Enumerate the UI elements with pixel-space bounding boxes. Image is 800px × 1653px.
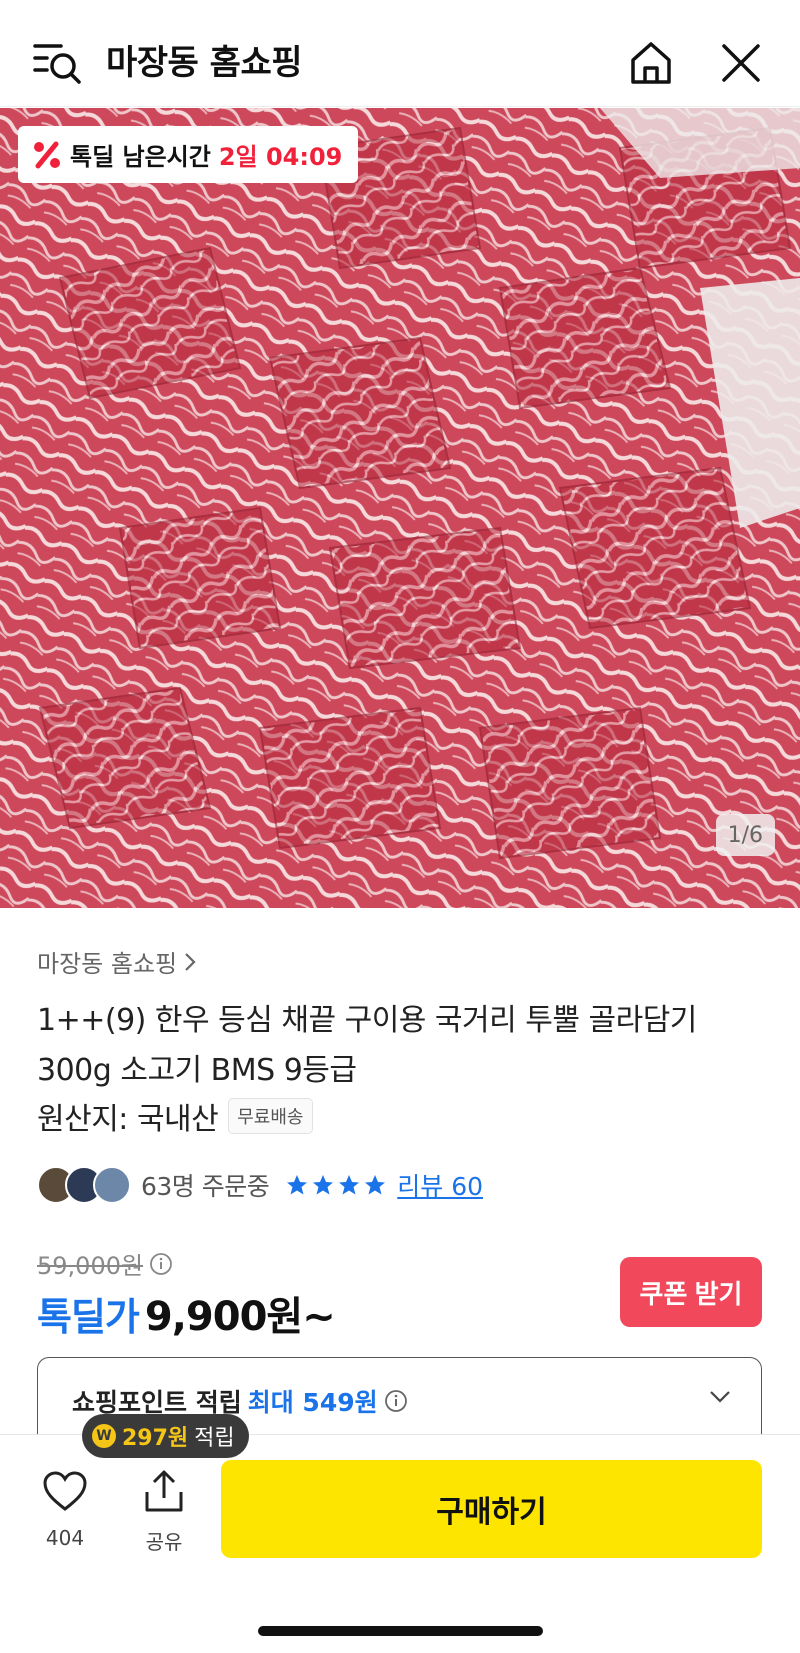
origin-text: 원산지: 국내산 (37, 1102, 219, 1137)
like-button[interactable] (40, 1470, 90, 1516)
deal-price-value: 9,900원~ (144, 1294, 336, 1340)
menu-search-icon[interactable] (33, 40, 83, 86)
home-indicator[interactable] (258, 1626, 543, 1636)
store-name: 마장동 홈쇼핑 (37, 950, 178, 978)
earn-points-badge: W 297원 적립 (82, 1414, 249, 1458)
origin-row: 원산지: 국내산 무료배송 (37, 1094, 313, 1138)
marbled-beef-image (0, 108, 800, 908)
info-icon[interactable] (384, 1389, 408, 1413)
order-count: 63명 주문중 (141, 1172, 270, 1201)
store-link[interactable]: 마장동 홈쇼핑 (37, 944, 197, 979)
earn-amount: 297원 (122, 1426, 189, 1451)
star-icon (313, 1175, 334, 1195)
deal-timer-value: 2일 04:09 (218, 143, 343, 171)
discount-percent-icon (34, 141, 60, 168)
buyer-avatars (37, 1166, 133, 1204)
chevron-right-icon (185, 952, 196, 971)
star-icon (365, 1175, 386, 1195)
original-price: 59,000원 (37, 1246, 173, 1281)
chevron-down-icon (710, 1391, 730, 1403)
coupon-button[interactable]: 쿠폰 받기 (620, 1257, 762, 1327)
points-max: 최대 549원 (247, 1388, 378, 1417)
top-header: 마장동 홈쇼핑 (0, 0, 800, 107)
star-icon (339, 1175, 360, 1195)
share-label: 공유 (145, 1530, 183, 1554)
product-title: 1++(9) 한우 등심 채끝 구이용 국거리 투뿔 골라담기 300g 소고기… (37, 1003, 697, 1088)
deal-price-label: 톡딜가 (37, 1295, 140, 1339)
social-proof-row: 63명 주문중 리뷰 60 (37, 1165, 483, 1205)
coin-icon: W (92, 1424, 116, 1448)
like-count: 404 (45, 1526, 85, 1550)
deal-price-row: 톡딜가 9,900원~ (37, 1284, 336, 1342)
avatar (93, 1166, 131, 1204)
rating-stars (285, 1173, 387, 1197)
heart-icon (43, 1471, 87, 1511)
product-image[interactable]: 톡딜 남은시간 2일 04:09 1/6 (0, 108, 800, 908)
info-icon[interactable] (149, 1252, 173, 1276)
original-price-value: 59,000원 (37, 1252, 144, 1280)
free-shipping-badge: 무료배송 (228, 1098, 313, 1134)
deal-timer-label: 톡딜 남은시간 (70, 143, 211, 171)
share-icon[interactable] (141, 1468, 187, 1514)
star-icon (287, 1175, 308, 1195)
image-counter: 1/6 (715, 814, 775, 856)
earn-label: 적립 (194, 1426, 235, 1451)
buy-button[interactable]: 구매하기 (221, 1460, 762, 1558)
review-link[interactable]: 리뷰 60 (397, 1167, 483, 1203)
page-title: 마장동 홈쇼핑 (106, 43, 303, 83)
close-icon[interactable] (720, 42, 762, 84)
home-icon[interactable] (628, 40, 674, 86)
deal-timer-badge: 톡딜 남은시간 2일 04:09 (18, 126, 359, 183)
